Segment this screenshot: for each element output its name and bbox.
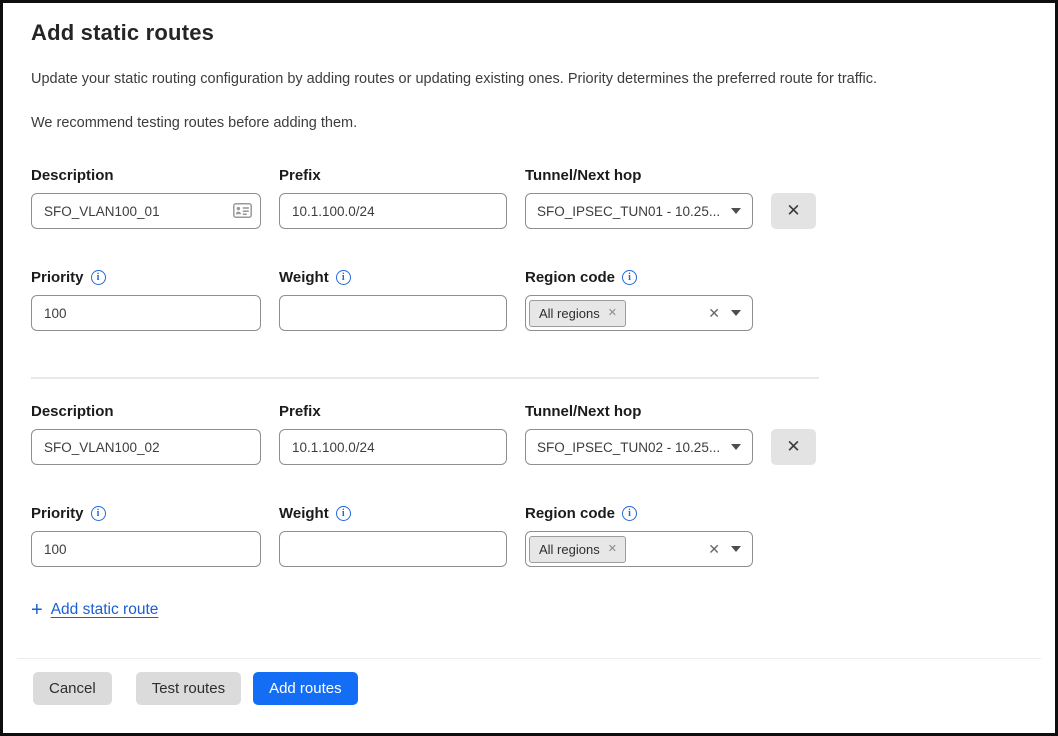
weight-field-group: Weight i — [279, 505, 507, 567]
recommendation-text: We recommend testing routes before addin… — [31, 115, 1027, 131]
clear-selection-icon[interactable]: ✕ — [708, 542, 723, 556]
weight-label: Weight i — [279, 269, 507, 286]
weight-input[interactable] — [279, 295, 507, 331]
info-icon[interactable]: i — [336, 506, 351, 521]
region-chip-label: All regions — [539, 542, 600, 557]
region-label-text: Region code — [525, 505, 615, 522]
add-static-routes-panel: Add static routes Update your static rou… — [0, 0, 1058, 736]
route-group-divider — [31, 377, 819, 379]
page-title: Add static routes — [31, 20, 1027, 46]
clear-selection-icon[interactable]: ✕ — [708, 306, 723, 320]
region-label-text: Region code — [525, 269, 615, 286]
weight-label: Weight i — [279, 505, 507, 522]
tunnel-label: Tunnel/Next hop — [525, 167, 753, 184]
info-icon[interactable]: i — [91, 506, 106, 521]
chip-remove-icon[interactable]: ✕ — [608, 308, 617, 319]
region-multiselect[interactable]: All regions ✕ ✕ — [525, 531, 753, 567]
description-label: Description — [31, 403, 261, 420]
region-label: Region code i — [525, 505, 753, 522]
tunnel-field-group: Tunnel/Next hop SFO_IPSEC_TUN02 - 10.25.… — [525, 403, 753, 465]
tunnel-selected-value: SFO_IPSEC_TUN02 - 10.25... — [537, 440, 723, 455]
contact-card-icon[interactable] — [233, 203, 252, 223]
add-routes-button[interactable]: Add routes — [253, 672, 358, 705]
tunnel-select[interactable]: SFO_IPSEC_TUN02 - 10.25... — [525, 429, 753, 465]
tunnel-select[interactable]: SFO_IPSEC_TUN01 - 10.25... — [525, 193, 753, 229]
region-field-group: Region code i All regions ✕ ✕ — [525, 505, 753, 567]
weight-label-text: Weight — [279, 269, 329, 286]
add-static-route-link[interactable]: + Add static route — [31, 600, 158, 620]
tunnel-label: Tunnel/Next hop — [525, 403, 753, 420]
info-icon[interactable]: i — [622, 506, 637, 521]
priority-input[interactable] — [31, 295, 261, 331]
close-icon: ✕ — [786, 437, 800, 457]
description-input[interactable] — [31, 429, 261, 465]
plus-icon: + — [31, 600, 43, 620]
caret-down-icon — [731, 546, 741, 552]
caret-down-icon — [731, 310, 741, 316]
caret-down-icon — [731, 444, 741, 450]
priority-label: Priority i — [31, 269, 261, 286]
add-static-route-label: Add static route — [51, 601, 159, 619]
footer-action-bar: Cancel Test routes Add routes — [17, 658, 1041, 705]
caret-down-icon — [731, 208, 741, 214]
priority-label-text: Priority — [31, 269, 84, 286]
region-chip: All regions ✕ — [529, 300, 626, 327]
remove-route-button[interactable]: ✕ — [771, 193, 816, 229]
region-chip-label: All regions — [539, 306, 600, 321]
description-field-group: Description — [31, 403, 261, 465]
prefix-input[interactable] — [279, 429, 507, 465]
chip-remove-icon[interactable]: ✕ — [608, 544, 617, 555]
close-icon: ✕ — [786, 201, 800, 221]
description-input[interactable] — [31, 193, 261, 229]
priority-label-text: Priority — [31, 505, 84, 522]
priority-field-group: Priority i — [31, 505, 261, 567]
description-label: Description — [31, 167, 261, 184]
description-field-group: Description — [31, 167, 261, 229]
priority-label: Priority i — [31, 505, 261, 522]
intro-text: Update your static routing configuration… — [31, 71, 1027, 87]
tunnel-selected-value: SFO_IPSEC_TUN01 - 10.25... — [537, 204, 723, 219]
priority-field-group: Priority i — [31, 269, 261, 331]
info-icon[interactable]: i — [622, 270, 637, 285]
cancel-button[interactable]: Cancel — [33, 672, 112, 705]
remove-route-button[interactable]: ✕ — [771, 429, 816, 465]
prefix-label: Prefix — [279, 167, 507, 184]
tunnel-field-group: Tunnel/Next hop SFO_IPSEC_TUN01 - 10.25.… — [525, 167, 753, 229]
test-routes-button[interactable]: Test routes — [136, 672, 241, 705]
route-group-2: Description Prefix Tunnel/Next hop SFO_I… — [31, 403, 819, 567]
prefix-field-group: Prefix — [279, 403, 507, 465]
info-icon[interactable]: i — [336, 270, 351, 285]
region-multiselect[interactable]: All regions ✕ ✕ — [525, 295, 753, 331]
priority-input[interactable] — [31, 531, 261, 567]
prefix-input[interactable] — [279, 193, 507, 229]
weight-label-text: Weight — [279, 505, 329, 522]
region-chip: All regions ✕ — [529, 536, 626, 563]
route-group-1: Description Prefix Tunnel/Next hop — [31, 167, 819, 331]
region-label: Region code i — [525, 269, 753, 286]
weight-input[interactable] — [279, 531, 507, 567]
weight-field-group: Weight i — [279, 269, 507, 331]
region-field-group: Region code i All regions ✕ ✕ — [525, 269, 753, 331]
info-icon[interactable]: i — [91, 270, 106, 285]
prefix-field-group: Prefix — [279, 167, 507, 229]
prefix-label: Prefix — [279, 403, 507, 420]
